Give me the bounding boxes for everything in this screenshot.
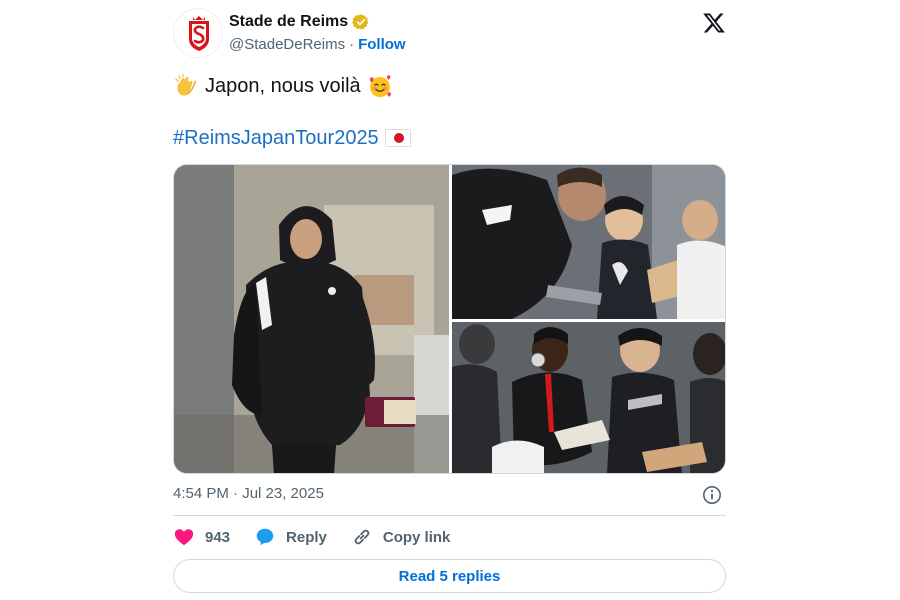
info-icon[interactable] xyxy=(702,485,722,505)
speech-bubble-icon xyxy=(256,528,274,546)
tweet-card: Stade de Reims @StadeDeReims · Follow Ja… xyxy=(173,0,726,600)
action-bar: 943 Reply Copy link xyxy=(173,526,474,548)
like-button[interactable]: 943 xyxy=(173,526,230,548)
smiling-face-with-hearts-icon xyxy=(369,75,391,97)
tweet-timestamp[interactable]: 4:54 PM · Jul 23, 2025 xyxy=(173,485,324,502)
copy-link-button[interactable]: Copy link xyxy=(351,526,451,548)
account-name[interactable]: Stade de Reims xyxy=(229,13,348,31)
hashtag-link[interactable]: #ReimsJapanTour2025 xyxy=(173,125,379,151)
verified-badge-icon xyxy=(352,14,369,30)
reply-label: Reply xyxy=(286,528,327,546)
like-count: 943 xyxy=(205,528,231,546)
media-grid xyxy=(173,164,726,474)
copy-link-label: Copy link xyxy=(382,528,451,546)
read-replies-button[interactable]: Read 5 replies xyxy=(173,559,726,593)
name-row: Stade de Reims xyxy=(229,13,370,31)
photo-autograph-child[interactable] xyxy=(452,165,725,319)
tweet-line-1-text: Japon, nous voilà xyxy=(205,75,361,97)
divider xyxy=(173,515,726,516)
link-icon xyxy=(354,529,370,545)
tweet-text: Japon, nous voilà #ReimsJapanTour2025 xyxy=(173,72,726,152)
tweet-line-1: Japon, nous voilà xyxy=(173,72,726,100)
japan-flag-icon xyxy=(384,129,411,147)
tweet-header: Stade de Reims @StadeDeReims · Follow xyxy=(173,7,726,59)
separator-dot: · xyxy=(349,36,355,53)
x-logo-icon[interactable] xyxy=(702,11,726,35)
follow-button[interactable]: Follow xyxy=(358,36,406,53)
reply-button[interactable]: Reply xyxy=(254,526,327,548)
photo-players-signing[interactable] xyxy=(452,322,725,473)
tweet-line-2: #ReimsJapanTour2025 xyxy=(173,124,726,152)
avatar[interactable] xyxy=(173,8,223,58)
reims-crest-icon xyxy=(174,9,222,57)
handle-row: @StadeDeReims · Follow xyxy=(229,36,406,53)
photo-player-hoodie[interactable] xyxy=(174,165,449,473)
account-handle[interactable]: @StadeDeReims xyxy=(229,36,345,53)
heart-icon xyxy=(174,529,194,546)
clapping-hands-icon xyxy=(175,73,197,96)
